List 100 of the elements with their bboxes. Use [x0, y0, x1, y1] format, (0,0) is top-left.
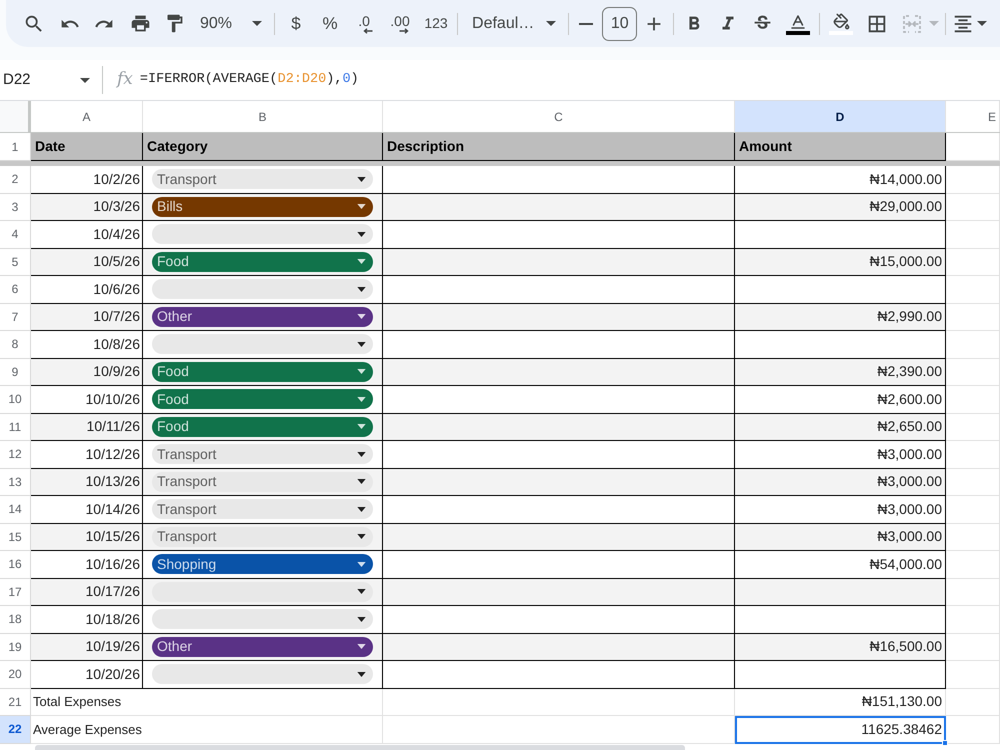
caret-icon: [546, 21, 556, 26]
summary-amount: 11625.38462: [735, 716, 946, 744]
horizontal-scrollbar[interactable]: [35, 745, 685, 750]
empty-cell: [946, 716, 1000, 744]
row-number[interactable]: 9: [0, 358, 31, 386]
zoom-dropdown[interactable]: 90%: [194, 8, 268, 40]
date-cell: 10/15/26: [31, 524, 143, 550]
date-cell: 10/12/26: [31, 441, 143, 468]
amount-cell: ₦2,600.00: [735, 386, 946, 412]
caret-icon: [357, 396, 366, 402]
caret-icon: [357, 369, 366, 374]
formula-field[interactable]: =IFERROR(AVERAGE(D2:D20),0): [140, 65, 1000, 95]
amount-cell: ₦3,000.00: [735, 524, 946, 550]
row-number[interactable]: 7: [0, 304, 31, 331]
row-number[interactable]: 12: [0, 441, 31, 468]
row-number[interactable]: 16: [0, 551, 31, 578]
category-dropdown[interactable]: Transport: [152, 169, 373, 190]
amount-cell: ₦2,650.00: [735, 414, 946, 440]
printer-icon: [130, 13, 150, 34]
name-box[interactable]: D22: [0, 60, 100, 100]
category-dropdown[interactable]: Shopping: [152, 554, 373, 574]
caret-icon: [357, 562, 366, 567]
category-dropdown[interactable]: Transport: [152, 499, 373, 520]
row-number[interactable]: 4: [0, 221, 31, 248]
minus-icon: [579, 22, 594, 24]
caret-icon: [252, 21, 262, 26]
number-format-button[interactable]: 123: [419, 8, 454, 40]
amount-cell: ₦3,000.00: [735, 468, 946, 495]
row-number[interactable]: 21: [0, 688, 31, 716]
category-dropdown[interactable]: Food: [152, 389, 373, 410]
category-dropdown[interactable]: Transport: [152, 444, 373, 464]
caret-icon: [357, 342, 366, 347]
right-arrow-icon: [399, 28, 410, 34]
caret-icon: [357, 176, 366, 182]
category-dropdown[interactable]: Bills: [152, 196, 373, 217]
date-cell: 10/10/26: [31, 386, 143, 412]
caret-icon: [357, 644, 366, 650]
row-number[interactable]: 6: [0, 276, 31, 304]
column-heading: Category: [143, 133, 383, 160]
summary-label: Total Expenses: [33, 693, 122, 711]
date-cell: 10/20/26: [31, 661, 143, 688]
caret-icon: [357, 506, 366, 512]
date-cell: 10/2/26: [31, 166, 143, 192]
row-number[interactable]: 15: [0, 524, 31, 551]
row-number[interactable]: 20: [0, 661, 31, 688]
row-number[interactable]: 14: [0, 496, 31, 524]
category-dropdown[interactable]: Transport: [152, 472, 373, 492]
font-size-field[interactable]: 10: [602, 6, 638, 40]
caret-icon: [929, 21, 940, 26]
function-label: fx: [117, 68, 133, 92]
decrease-decimals-button[interactable]: .0: [348, 8, 380, 40]
date-cell: 10/3/26: [31, 194, 143, 220]
category-dropdown[interactable]: Food: [152, 416, 373, 437]
increase-decimals-button[interactable]: .00: [384, 8, 416, 40]
column-heading: Date: [31, 133, 143, 160]
date-cell: 10/19/26: [31, 634, 143, 660]
row-number[interactable]: 8: [0, 331, 31, 358]
category-dropdown[interactable]: Other: [152, 636, 373, 657]
amount-cell: ₦15,000.00: [735, 248, 946, 275]
row-number[interactable]: 19: [0, 634, 31, 661]
row-number[interactable]: 22: [0, 716, 31, 744]
caret-icon: [357, 672, 366, 677]
row-number[interactable]: 10: [0, 386, 31, 414]
date-cell: 10/14/26: [31, 496, 143, 522]
category-dropdown[interactable]: Transport: [152, 526, 373, 547]
row-number[interactable]: 5: [0, 248, 31, 276]
row-number[interactable]: 13: [0, 468, 31, 496]
date-cell: 10/7/26: [31, 304, 143, 330]
row-number[interactable]: 1: [0, 133, 31, 161]
font-dropdown[interactable]: Defaul…: [464, 8, 562, 40]
category-dropdown[interactable]: Food: [152, 252, 373, 272]
date-cell: 10/13/26: [31, 468, 143, 495]
caret-icon: [357, 204, 366, 210]
caret-icon: [357, 452, 366, 457]
currency-button[interactable]: $: [280, 8, 312, 40]
row-number[interactable]: 18: [0, 606, 31, 634]
date-cell: 10/6/26: [31, 276, 143, 302]
caret-icon: [357, 424, 366, 430]
merge-icon: [903, 14, 922, 32]
amount-cell: ₦2,990.00: [735, 304, 946, 330]
caret-icon: [357, 616, 366, 622]
left-arrow-icon: [363, 28, 374, 34]
date-cell: 10/11/26: [31, 414, 143, 440]
row-number[interactable]: 2: [0, 166, 31, 194]
row-number[interactable]: 3: [0, 194, 31, 221]
row-number[interactable]: 17: [0, 578, 31, 606]
row-number[interactable]: 11: [0, 414, 31, 441]
column-header[interactable]: D: [735, 101, 946, 132]
summary-label: Average Expenses: [33, 720, 142, 739]
amount-cell: ₦3,000.00: [735, 441, 946, 468]
fill-handle[interactable]: [942, 740, 948, 746]
date-cell: 10/9/26: [31, 358, 143, 385]
date-cell: 10/8/26: [31, 331, 143, 358]
category-dropdown[interactable]: Food: [152, 362, 373, 382]
category-dropdown[interactable]: Other: [152, 306, 373, 327]
summary-amount: ₦151,130.00: [735, 688, 946, 716]
amount-cell: ₦29,000.00: [735, 194, 946, 220]
caret-icon: [357, 479, 366, 484]
percent-button[interactable]: %: [314, 8, 346, 40]
caret-icon: [357, 259, 366, 264]
